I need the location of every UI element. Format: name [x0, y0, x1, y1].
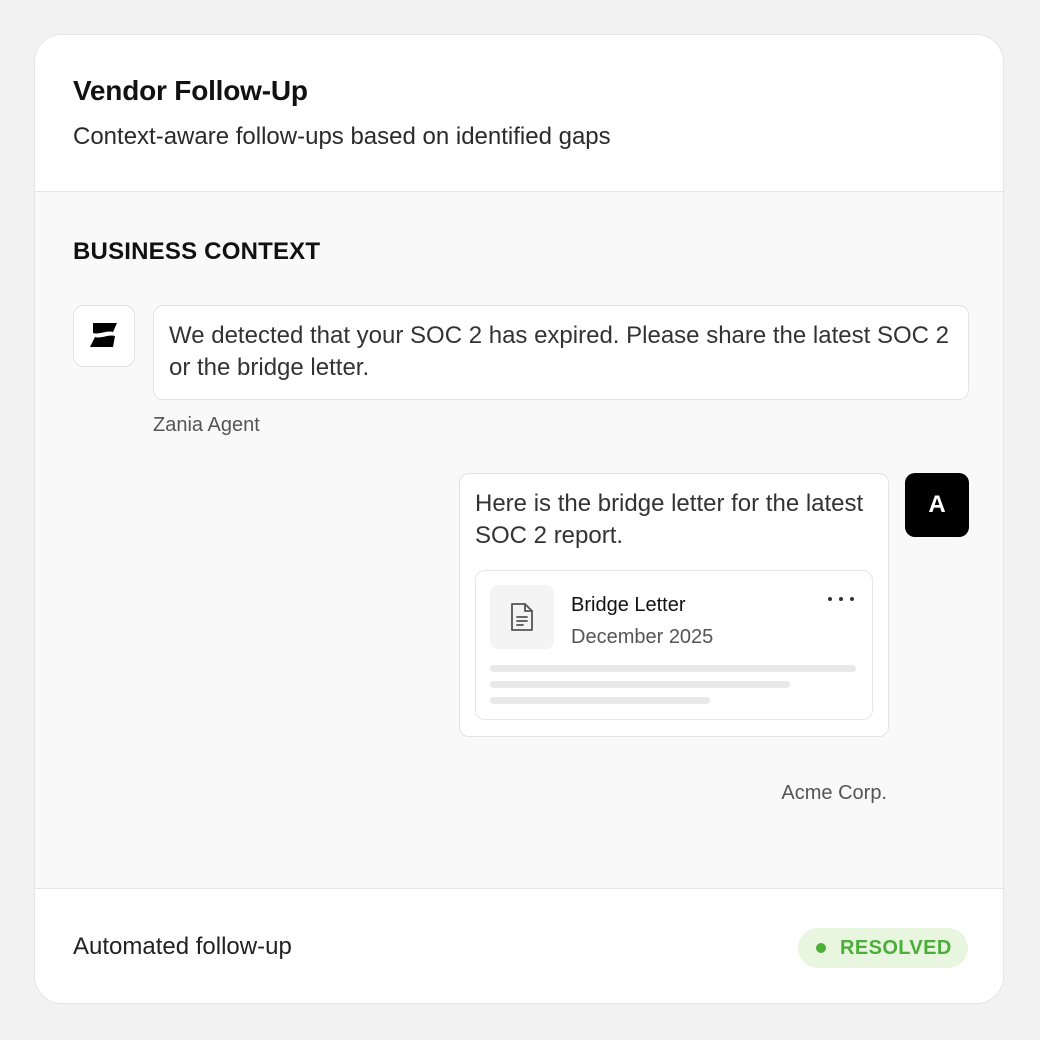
more-dot — [828, 597, 832, 601]
agent-avatar — [73, 305, 135, 367]
user-sender-name: Acme Corp. — [781, 782, 887, 804]
user-avatar: A — [905, 473, 969, 537]
card-header: Vendor Follow-Up Context-aware follow-up… — [35, 35, 1003, 192]
user-message-text: Here is the bridge letter for the latest… — [475, 490, 864, 549]
page-title: Vendor Follow-Up — [73, 75, 308, 106]
more-horizontal-icon[interactable] — [828, 589, 854, 609]
status-badge: RESOLVED — [798, 928, 968, 968]
preview-placeholder-line — [490, 697, 710, 704]
status-text: RESOLVED — [840, 936, 952, 959]
more-dot — [839, 597, 843, 601]
preview-placeholder-line — [490, 681, 790, 688]
conversation-area: BUSINESS CONTEXT We detected that your S… — [35, 192, 1003, 888]
attachment-icon-box — [490, 585, 554, 649]
agent-message-bubble: We detected that your SOC 2 has expired.… — [153, 305, 969, 400]
user-message-bubble: Here is the bridge letter for the latest… — [459, 473, 889, 737]
more-dot — [850, 597, 854, 601]
status-dot — [816, 943, 826, 953]
preview-placeholder-line — [490, 665, 856, 672]
footer-label: Automated follow-up — [73, 933, 292, 960]
zania-logo-icon — [90, 323, 117, 347]
page-subtitle: Context-aware follow-ups based on identi… — [73, 123, 611, 150]
document-icon — [511, 603, 533, 631]
vendor-follow-up-card: Vendor Follow-Up Context-aware follow-up… — [34, 34, 1004, 1004]
section-label: BUSINESS CONTEXT — [73, 238, 321, 265]
attachment-date: December 2025 — [571, 626, 714, 648]
card-footer: Automated follow-up RESOLVED — [35, 888, 1003, 1003]
attachment-card[interactable]: Bridge Letter December 2025 — [475, 570, 873, 720]
attachment-name: Bridge Letter — [571, 594, 686, 616]
agent-sender-name: Zania Agent — [153, 414, 260, 436]
